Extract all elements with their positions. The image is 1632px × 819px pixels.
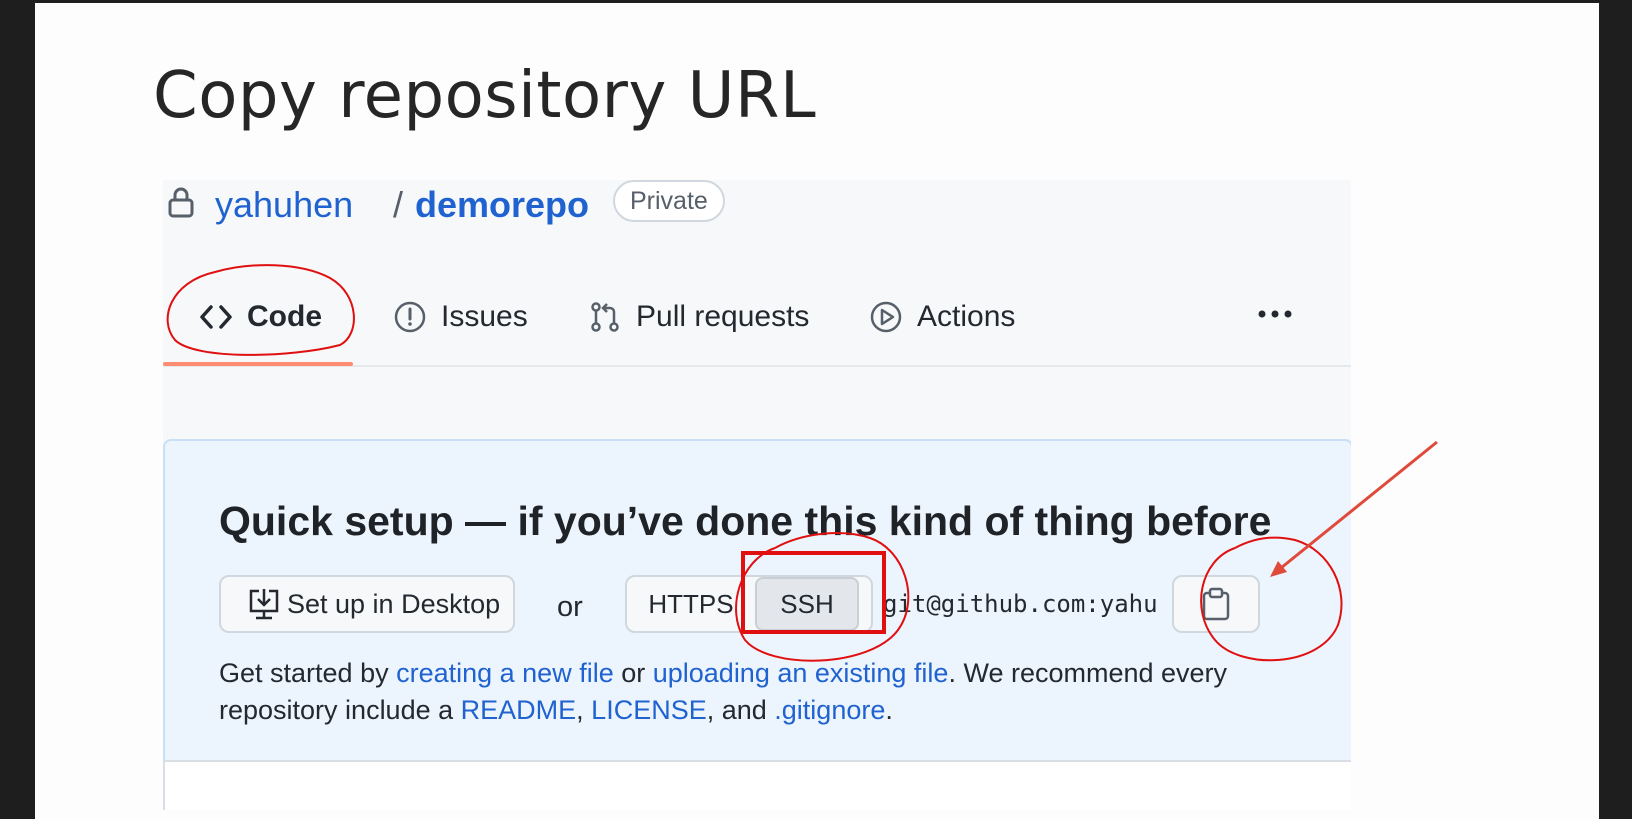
tab-selected-underline (163, 362, 353, 366)
copy-url-button[interactable] (1172, 575, 1260, 633)
pull-request-icon (591, 301, 619, 332)
quick-setup-panel: Quick setup — if you’ve done this kind o… (163, 439, 1351, 773)
play-icon (870, 301, 902, 332)
protocol-https-button[interactable]: HTTPS (627, 577, 755, 631)
setup-desktop-button[interactable]: Set up in Desktop (219, 575, 515, 633)
create-new-file-link[interactable]: creating a new file (396, 658, 614, 688)
setup-desktop-label: Set up in Desktop (287, 588, 501, 619)
visibility-badge: Private (613, 180, 725, 222)
desc-text: Get started by (219, 658, 397, 688)
slide-title: Copy repository URL (153, 59, 817, 133)
kebab-horizontal-icon[interactable] (1255, 302, 1295, 326)
next-panel (163, 760, 1351, 810)
tab-pull-requests[interactable]: Pull requests (588, 270, 809, 363)
protocol-toggle: HTTPS SSH (625, 575, 873, 633)
desc-text: , (576, 695, 592, 725)
tab-actions-label: Actions (917, 299, 1016, 333)
tab-issues-label: Issues (441, 299, 528, 333)
repo-owner-link[interactable]: yahuhen (215, 184, 353, 226)
desktop-download-icon (249, 589, 279, 620)
repo-header: yahuhen / demorepo Private (163, 180, 1351, 235)
license-link[interactable]: LICENSE (591, 695, 707, 725)
slide: Copy repository URL yahuhen / demorepo P… (35, 3, 1599, 819)
clone-url-input[interactable] (875, 575, 1175, 633)
issue-icon (394, 301, 426, 332)
desc-text: , and (706, 695, 775, 725)
clipboard-icon (1202, 587, 1230, 621)
tab-code[interactable]: Code (199, 270, 322, 363)
upload-file-link[interactable]: uploading an existing file (653, 658, 949, 688)
repo-name-link[interactable]: demorepo (415, 184, 589, 226)
tab-pull-requests-label: Pull requests (636, 299, 810, 333)
gitignore-link[interactable]: .gitignore (774, 695, 885, 725)
quick-setup-title: Quick setup — if you’ve done this kind o… (219, 498, 1272, 544)
code-icon (200, 304, 232, 329)
or-separator: or (557, 591, 583, 623)
tab-actions[interactable]: Actions (869, 270, 1015, 363)
lock-icon (168, 187, 194, 218)
tab-code-label: Code (247, 299, 322, 333)
repo-nav-tabs: Code Issues Pull requests Actions (163, 270, 1351, 367)
github-screenshot: yahuhen / demorepo Private Code Issues P… (163, 180, 1351, 810)
desc-text: . (885, 695, 893, 725)
desc-text: or (613, 658, 653, 688)
repo-separator: / (393, 184, 404, 225)
tab-issues[interactable]: Issues (393, 270, 528, 363)
setup-description: Get started by creating a new file or up… (219, 655, 1319, 729)
readme-link[interactable]: README (461, 695, 577, 725)
protocol-ssh-button[interactable]: SSH (755, 577, 859, 631)
